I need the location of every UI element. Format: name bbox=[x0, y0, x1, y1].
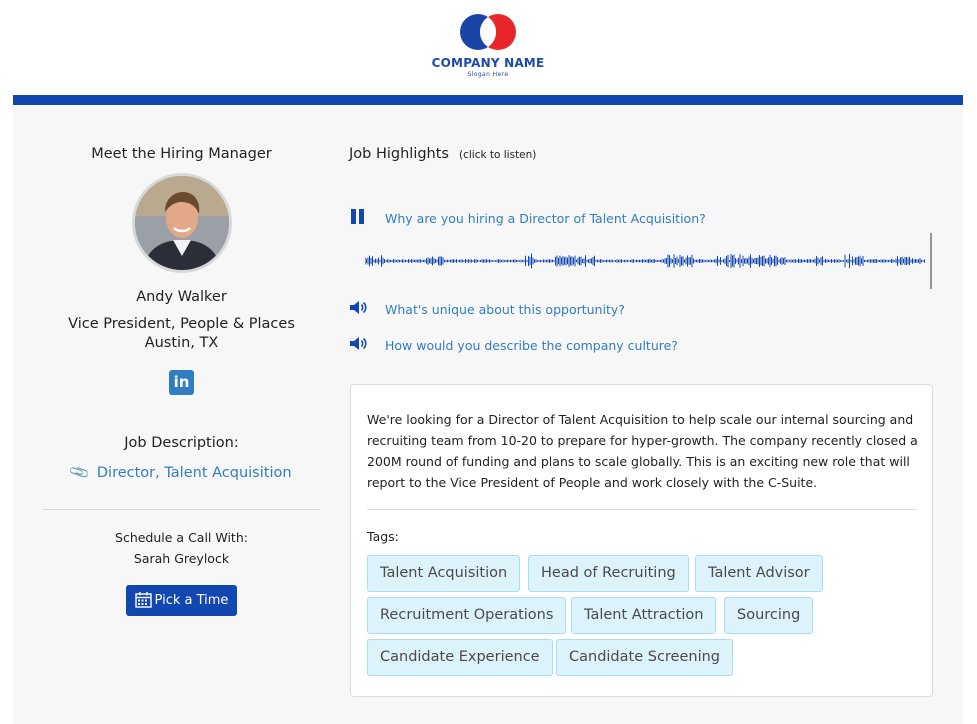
highlight-question-3-text: How would you describe the company cultu… bbox=[385, 338, 678, 353]
job-description-card: We're looking for a Director of Talent A… bbox=[350, 384, 933, 697]
tag-candidate-screening[interactable]: Candidate Screening bbox=[556, 639, 734, 676]
person-photo-icon bbox=[135, 176, 229, 270]
company-logo[interactable]: COMPANY NAME Slogan Here bbox=[430, 12, 546, 84]
tag-sourcing[interactable]: Sourcing bbox=[724, 597, 814, 634]
company-name: COMPANY NAME bbox=[431, 56, 545, 70]
manager-role: Vice President, People & Places bbox=[68, 316, 295, 332]
job-description-link-text: Director, Talent Acquisition bbox=[96, 465, 292, 481]
avatar bbox=[132, 173, 232, 273]
job-description-label: Job Description: bbox=[124, 435, 239, 451]
pick-a-time-label: Pick a Time bbox=[154, 593, 229, 608]
card-divider bbox=[367, 509, 917, 510]
pick-a-time-button[interactable]: Pick a Time bbox=[126, 585, 237, 616]
divider bbox=[43, 509, 320, 510]
linkedin-icon[interactable]: in bbox=[169, 370, 194, 395]
speaker-icon[interactable] bbox=[349, 335, 369, 355]
click-to-listen-hint: (click to listen) bbox=[458, 149, 537, 161]
manager-location: Austin, TX bbox=[144, 335, 219, 351]
calendar-icon bbox=[134, 591, 152, 608]
tag-recruitment-operations[interactable]: Recruitment Operations bbox=[367, 597, 567, 634]
job-description-link[interactable]: 📎 Director, Talent Acquisition bbox=[43, 462, 320, 485]
tags-label: Tags: bbox=[367, 529, 399, 544]
company-slogan: Slogan Here bbox=[467, 71, 509, 78]
highlight-question-2-text: What's unique about this opportunity? bbox=[385, 302, 625, 317]
tag-talent-advisor[interactable]: Talent Advisor bbox=[695, 555, 823, 592]
job-summary-text: We're looking for a Director of Talent A… bbox=[367, 412, 918, 490]
page-header: COMPANY NAME Slogan Here bbox=[0, 0, 977, 95]
tag-head-of-recruiting[interactable]: Head of Recruiting bbox=[528, 555, 689, 592]
manager-name: Andy Walker bbox=[136, 289, 227, 305]
header-accent-bar bbox=[13, 95, 963, 105]
audio-waveform[interactable] bbox=[365, 233, 935, 289]
speaker-icon[interactable] bbox=[349, 299, 369, 319]
paperclip-icon: 📎 bbox=[68, 461, 92, 485]
highlight-question-1-text: Why are you hiring a Director of Talent … bbox=[385, 211, 706, 226]
job-highlights-heading: Job Highlights bbox=[349, 146, 449, 162]
schedule-label: Schedule a Call With: bbox=[115, 530, 248, 545]
tag-talent-attraction[interactable]: Talent Attraction bbox=[571, 597, 717, 634]
tag-talent-acquisition[interactable]: Talent Acquisition bbox=[367, 555, 521, 592]
schedule-contact-name: Sarah Greylock bbox=[133, 551, 230, 566]
job-highlights-title: Job Highlights (click to listen) bbox=[349, 146, 536, 162]
tag-candidate-experience[interactable]: Candidate Experience bbox=[367, 639, 553, 676]
logo-mark-icon bbox=[460, 14, 516, 50]
main-content: Meet the Hiring Manager Andy Walker Vice… bbox=[13, 105, 963, 724]
pause-icon[interactable] bbox=[349, 208, 369, 228]
waveform-path bbox=[365, 253, 925, 269]
hiring-manager-title: Meet the Hiring Manager bbox=[91, 146, 272, 162]
